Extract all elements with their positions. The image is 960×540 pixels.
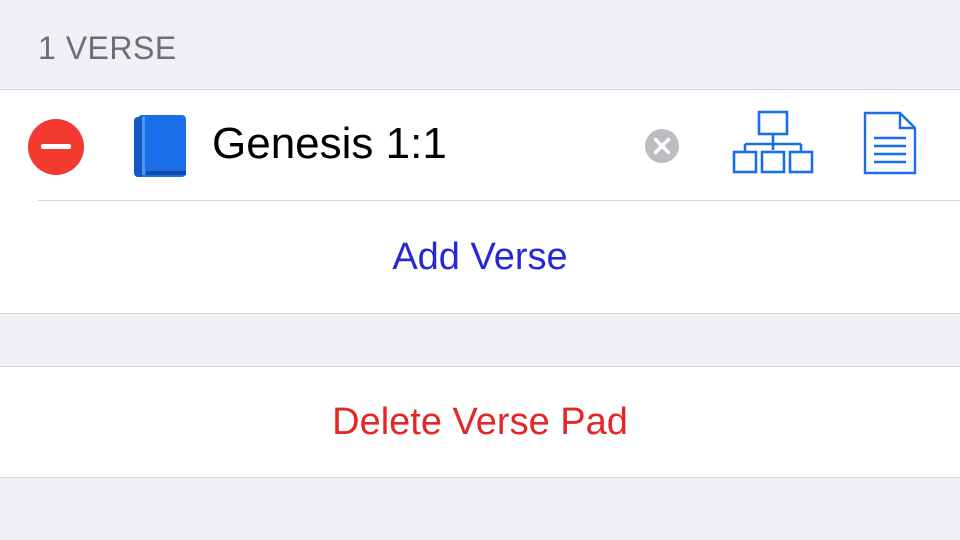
minus-bar: [41, 144, 71, 149]
add-verse-label: Add Verse: [392, 236, 568, 278]
verse-list-group: Genesis 1:1 Add Verse: [0, 90, 960, 314]
minus-circle-icon[interactable]: [28, 119, 84, 175]
document-icon[interactable]: [862, 110, 918, 176]
section-header: 1 VERSE: [0, 0, 960, 90]
section-header-label: 1 VERSE: [38, 30, 177, 66]
section-gap: [0, 314, 960, 366]
footer-background: [0, 478, 960, 540]
delete-verse-pad-button[interactable]: Delete Verse Pad: [0, 367, 960, 477]
clear-circle-x-icon[interactable]: [643, 127, 681, 165]
delete-verse-pad-label: Delete Verse Pad: [332, 401, 628, 443]
hierarchy-tree-icon[interactable]: [732, 110, 814, 176]
verse-row[interactable]: Genesis 1:1: [0, 90, 960, 200]
verse-reference: Genesis 1:1: [212, 119, 447, 168]
add-verse-button[interactable]: Add Verse: [0, 201, 960, 313]
book-icon: [132, 115, 190, 177]
